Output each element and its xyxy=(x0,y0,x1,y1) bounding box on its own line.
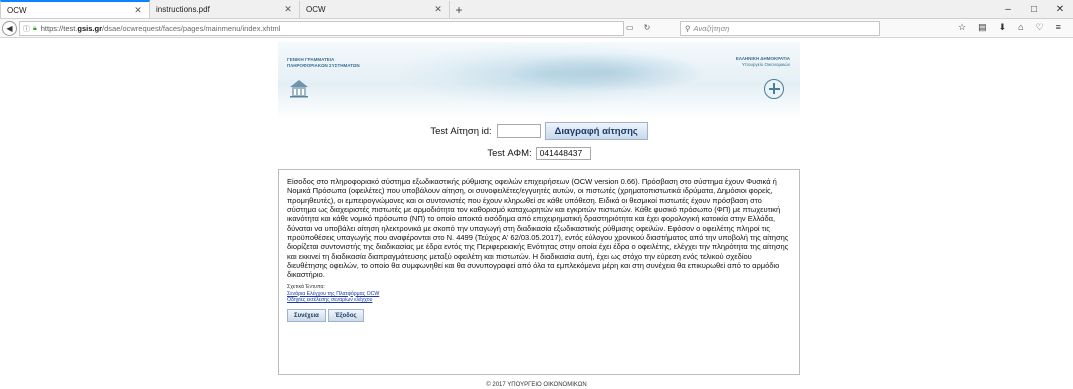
info-text: Είσοδος στο πληροφοριακό σύστημα εξωδικα… xyxy=(287,177,789,280)
browser-nav-bar: ◀ ⓘ 🔒︎ https://test. gsis.gr/dsae/ocwrequ… xyxy=(0,19,1073,38)
continue-button[interactable]: Συνέχεια xyxy=(287,309,326,323)
close-icon[interactable]: ✕ xyxy=(433,4,443,15)
gov-line-2: Υπουργείο Οικονομικών xyxy=(741,61,790,67)
action-buttons: Συνέχεια Έξοδος xyxy=(287,309,791,323)
test-afm-label: Test ΑΦΜ: xyxy=(487,147,532,159)
search-input[interactable]: ⚲ Αναζήτηση xyxy=(680,21,880,36)
close-icon[interactable]: ✕ xyxy=(283,4,293,15)
request-id-input[interactable] xyxy=(496,124,541,138)
tab-label: instructions.pdf xyxy=(156,5,210,14)
tab-ocw-2[interactable]: OCW ✕ xyxy=(300,1,450,18)
search-placeholder: Αναζήτηση xyxy=(693,24,730,33)
info-icon[interactable]: ⓘ xyxy=(23,24,30,34)
menu-icon[interactable]: ≡ xyxy=(1056,22,1061,33)
test-afm-row: Test ΑΦΜ: xyxy=(278,144,800,162)
page-content: ΓΕΝΙΚΗ ΓΡΑΜΜΑΤΕΙΑ ΠΛΗΡΟΦΟΡΙΑΚΩΝ ΣΥΣΤΗΜΑΤ… xyxy=(278,42,800,375)
close-window-button[interactable]: ✕ xyxy=(1047,0,1073,19)
greek-emblem-icon xyxy=(764,79,784,99)
tab-label: OCW xyxy=(7,5,27,15)
back-arrow-icon[interactable]: ◀ xyxy=(2,20,17,36)
search-icon: ⚲ xyxy=(685,24,691,33)
window-controls: – □ ✕ xyxy=(995,0,1073,19)
tab-label: OCW xyxy=(306,5,326,14)
reader-view-icon[interactable]: ▭ xyxy=(626,23,634,32)
info-panel: Είσοδος στο πληροφοριακό σύστημα εξωδικα… xyxy=(278,169,800,375)
minimize-button[interactable]: – xyxy=(995,0,1021,19)
test-request-row: Test Αίτηση id: Διαγραφή αίτησης xyxy=(278,122,800,140)
pocket-icon[interactable]: ♡ xyxy=(1036,22,1044,33)
header-banner: ΓΕΝΙΚΗ ΓΡΑΜΜΑΤΕΙΑ ΠΛΗΡΟΦΟΡΙΑΚΩΝ ΣΥΣΤΗΜΑΤ… xyxy=(278,42,800,119)
copyright-footer: © 2017 ΥΠΟΥΡΓΕΙΟ ΟΙΚΟΝΟΜΙΚΩΝ xyxy=(486,382,587,388)
reload-icon[interactable]: ↻ xyxy=(644,23,651,32)
government-text: ΕΛΛΗΝΙΚΗ ΔΗΜΟΚΡΑΤΙΑ Υπουργείο Οικονομικώ… xyxy=(736,56,790,67)
url-path: /dsae/ocwrequest/faces/pages/mainmenu/in… xyxy=(102,24,281,33)
url-bar[interactable]: ⓘ 🔒︎ https://test. gsis.gr/dsae/ocwreques… xyxy=(19,21,624,36)
url-domain: gsis.gr xyxy=(77,24,103,33)
exit-button[interactable]: Έξοδος xyxy=(327,309,364,323)
test-request-label: Test Αίτηση id: xyxy=(430,125,492,137)
tab-instructions-pdf[interactable]: instructions.pdf ✕ xyxy=(150,1,300,18)
new-tab-button[interactable]: + xyxy=(450,1,468,18)
related-documents: Σχετικά Έντυπα: Σενάρια Ελέγχου της Πλατ… xyxy=(287,284,791,304)
maximize-button[interactable]: □ xyxy=(1021,0,1047,19)
banner-swoosh xyxy=(508,52,708,92)
gov-line-1: ΕΛΛΗΝΙΚΗ ΔΗΜΟΚΡΑΤΙΑ xyxy=(735,56,790,61)
browser-tab-bar: OCW ✕ instructions.pdf ✕ OCW ✕ + – □ ✕ xyxy=(0,0,1073,19)
afm-input[interactable] xyxy=(535,146,591,160)
download-icon[interactable]: ⬇ xyxy=(999,22,1007,33)
bookmarks-library-icon[interactable]: ▤ xyxy=(978,22,987,33)
link-scenario-instructions[interactable]: Οδηγίες εκτέλεσης σεναρίων ελέγχου xyxy=(287,297,791,304)
bookmark-star-icon[interactable]: ☆ xyxy=(958,22,966,33)
tab-ocw-1[interactable]: OCW ✕ xyxy=(0,0,150,18)
home-icon[interactable]: ⌂ xyxy=(1018,22,1023,33)
delete-request-button[interactable]: Διαγραφή αίτησης xyxy=(544,122,648,140)
url-actions: ▭ ↻ xyxy=(626,23,650,32)
lock-icon[interactable]: 🔒︎ xyxy=(33,25,37,33)
toolbar-icons: ☆ ▤ ⬇ ⌂ ♡ ≡ xyxy=(958,22,1061,33)
related-label: Σχετικά Έντυπα: xyxy=(287,283,325,290)
gsis-logo-text: ΓΕΝΙΚΗ ΓΡΑΜΜΑΤΕΙΑ ΠΛΗΡΟΦΟΡΙΑΚΩΝ ΣΥΣΤΗΜΑΤ… xyxy=(287,57,360,68)
org-line-2: ΠΛΗΡΟΦΟΡΙΑΚΩΝ ΣΥΣΤΗΜΑΤΩΝ xyxy=(287,62,360,68)
close-icon[interactable]: ✕ xyxy=(133,5,143,16)
building-icon xyxy=(290,80,308,98)
url-prefix: https://test. xyxy=(40,24,78,33)
